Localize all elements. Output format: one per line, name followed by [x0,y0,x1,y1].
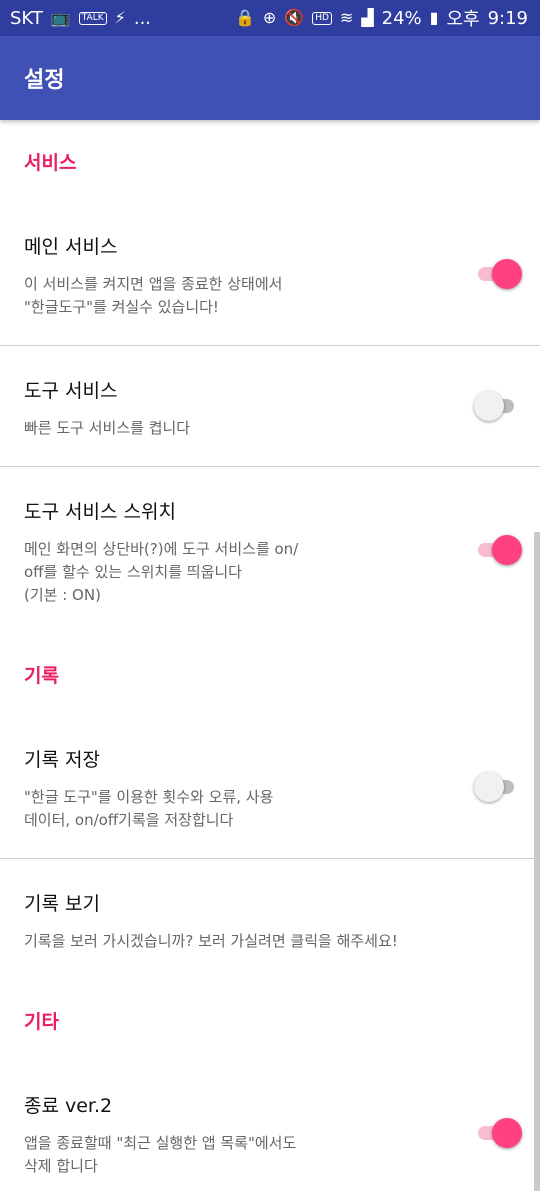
switch-thumb [474,391,504,421]
tv-icon: 📺 [50,8,71,27]
pref-title: 종료 ver.2 [24,1095,113,1117]
pref-exit-v2[interactable]: 종료 ver.2 앱을 종료할때 "최근 실행한 앱 목록"에서도 삭제 합니다 [0,1061,540,1191]
pref-main-service[interactable]: 메인 서비스 이 서비스를 켜지면 앱을 종료한 상태에서 "한글도구"를 켜실… [0,202,540,346]
battery-icon: ▮ [429,8,439,27]
time-label: 오후 [446,9,480,30]
wifi-icon: ≋ [339,8,354,27]
pref-title: 도구 서비스 [24,380,118,402]
switch-thumb [492,535,522,565]
exit-v2-toggle[interactable] [474,1117,522,1149]
scrollbar[interactable] [534,532,540,1191]
mute-icon: 🔇 [284,8,305,27]
pref-summary: 빠른 도구 서비스를 켭니다 [24,419,191,437]
hd-voice-icon: HD [312,11,332,25]
tool-service-switch-toggle[interactable] [474,534,522,566]
pref-title: 기록 저장 [24,749,100,771]
settings-list[interactable]: 서비스 메인 서비스 이 서비스를 켜지면 앱을 종료한 상태에서 "한글도구"… [0,120,540,1191]
battery-percent: 24% [381,7,422,29]
tool-service-toggle[interactable] [474,390,522,422]
status-bar: SKT 📺 TALK ⚡ ... 🔒 ⊕ 🔇 HD ≋ ▟ 24% ▮ 오후 9… [0,0,540,36]
pref-view-log[interactable]: 기록 보기 기록을 보러 가시겠습니까? 보러 가실려면 클릭을 해주세요! [0,859,540,979]
pref-summary: "한글 도구"를 이용한 횟수와 오류, 사용 데이터, on/off기록을 저… [24,788,274,829]
clock: 9:19 [487,7,528,29]
pref-title: 기록 보기 [24,893,100,915]
more-notifications: ... [133,7,152,29]
data-saver-icon: ⊕ [262,8,277,27]
status-left: SKT 📺 TALK ⚡ ... [10,8,151,29]
pref-summary: 이 서비스를 켜지면 앱을 종료한 상태에서 "한글도구"를 켜실수 있습니다! [24,275,283,316]
status-right: 🔒 ⊕ 🔇 HD ≋ ▟ 24% ▮ 오후 9:19 [235,5,528,31]
category-header-service: 서비스 [24,151,77,174]
bolt-icon: ⚡ [114,8,126,27]
pref-tool-service[interactable]: 도구 서비스 빠른 도구 서비스를 켭니다 [0,346,540,467]
switch-thumb [492,258,522,289]
switch-thumb [474,771,504,802]
switch-thumb [492,1117,522,1148]
pref-tool-service-switch[interactable]: 도구 서비스 스위치 메인 화면의 상단바(?)에 도구 서비스를 on/ of… [0,467,540,633]
talk-icon: TALK [78,11,107,25]
pref-summary: 기록을 보러 가시겠습니까? 보러 가실려면 클릭을 해주세요! [24,932,398,950]
carrier-label: SKT [10,7,43,29]
pref-title: 도구 서비스 스위치 [24,501,176,523]
pref-summary: 메인 화면의 상단바(?)에 도구 서비스를 on/ off를 할수 있는 스위… [24,540,299,604]
lock-icon: 🔒 [234,8,255,27]
save-log-toggle[interactable] [474,771,522,803]
main-service-toggle[interactable] [474,258,522,290]
page-title: 설정 [24,68,65,93]
pref-save-log[interactable]: 기록 저장 "한글 도구"를 이용한 횟수와 오류, 사용 데이터, on/of… [0,715,540,859]
category-header-etc: 기타 [24,1010,59,1033]
pref-summary: 앱을 종료할때 "최근 실행한 앱 목록"에서도 삭제 합니다 [24,1134,297,1175]
category-header-log: 기록 [24,664,59,687]
app-bar: 설정 [0,36,540,120]
pref-title: 메인 서비스 [24,236,118,258]
signal-icon: ▟ [361,8,374,27]
